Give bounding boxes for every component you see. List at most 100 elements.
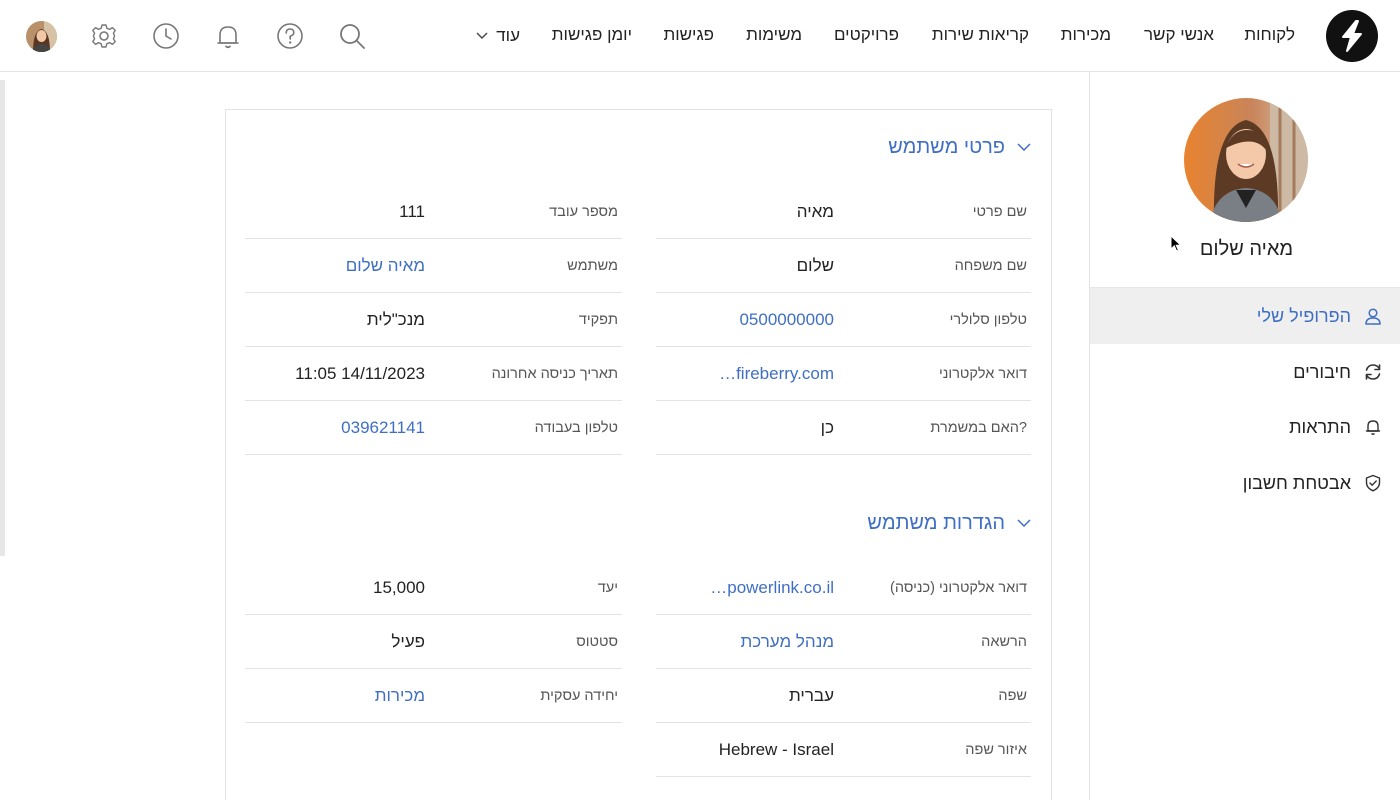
- sync-icon: [1363, 362, 1383, 382]
- permission-link[interactable]: מנהל מערכת: [741, 615, 834, 669]
- nav-item-tasks[interactable]: משימות: [746, 0, 802, 72]
- sidebar-item-label: הפרופיל שלי: [1256, 305, 1351, 326]
- field-label: הרשאה: [981, 634, 1027, 650]
- field-value: 111: [399, 202, 425, 221]
- login-email-link[interactable]: …powerlink.co.il: [710, 561, 834, 615]
- sidebar-item-label: התראות: [1289, 416, 1351, 437]
- scrollbar[interactable]: [0, 80, 5, 556]
- field-mobile-phone: טלפון סלולרי 0500000000: [656, 293, 1031, 347]
- bell-icon: [1363, 417, 1383, 437]
- field-value: כן: [820, 418, 834, 437]
- lightning-logo-icon: [1342, 20, 1362, 52]
- profile-photo-image: [1184, 98, 1308, 222]
- sidebar-item-label: חיבורים: [1293, 361, 1351, 382]
- nav-more-label: עוד: [496, 26, 520, 45]
- business-unit-link[interactable]: מכירות: [375, 669, 425, 723]
- gear-icon: [92, 24, 116, 48]
- nav-more-dropdown[interactable]: עוד: [476, 0, 520, 72]
- email-link[interactable]: …fireberry.com: [719, 347, 834, 401]
- field-login-email: דואר אלקטרוני (כניסה) …powerlink.co.il: [656, 561, 1031, 615]
- mouse-cursor-icon: [1170, 235, 1182, 252]
- field-label: דואר אלקטרוני: [939, 366, 1027, 382]
- field-label: איזור שפה: [965, 742, 1027, 758]
- history-button[interactable]: [149, 19, 183, 53]
- field-label: טלפון סלולרי: [949, 312, 1027, 328]
- help-button[interactable]: [273, 19, 307, 53]
- section-header-user-details[interactable]: פרטי משתמש: [888, 136, 1031, 159]
- field-employee-number: מספר עובד 111: [245, 185, 622, 239]
- search-button[interactable]: [335, 19, 369, 53]
- field-value: עברית: [789, 686, 834, 705]
- field-value: Hebrew - Israel: [718, 740, 834, 759]
- nav-item-service-calls[interactable]: קריאות שירות: [932, 0, 1029, 72]
- avatar-photo: [26, 21, 57, 52]
- sidebar-item-label: אבטחת חשבון: [1242, 472, 1351, 493]
- field-value: 15,000: [373, 578, 425, 597]
- field-label: יחידה עסקית: [540, 688, 618, 704]
- bell-icon: [217, 26, 239, 49]
- field-label: תאריך כניסה אחרונה: [491, 366, 618, 382]
- field-language: שפה עברית: [656, 669, 1031, 723]
- mobile-phone-link[interactable]: 0500000000: [739, 293, 834, 347]
- user-details-card: פרטי משתמש שם פרטי מאיה שם משפחה שלום טל…: [225, 109, 1052, 800]
- section-title: פרטי משתמש: [888, 136, 1005, 158]
- user-avatar[interactable]: [26, 21, 57, 52]
- sidebar-item-my-profile[interactable]: הפרופיל שלי: [1090, 288, 1400, 344]
- profile-avatar[interactable]: [1184, 98, 1308, 222]
- field-work-phone: טלפון בעבודה 039621141: [245, 401, 622, 455]
- top-navigation-bar: לקוחות אנשי קשר מכירות קריאות שירות פרוי…: [0, 0, 1400, 72]
- field-label: דואר אלקטרוני (כניסה): [890, 580, 1027, 596]
- chevron-down-icon: [1017, 143, 1031, 152]
- field-label: יעד: [597, 580, 618, 596]
- field-permission: הרשאה מנהל מערכת: [656, 615, 1031, 669]
- search-icon: [340, 24, 365, 49]
- help-icon: [277, 23, 303, 49]
- field-value: שלום: [796, 256, 834, 275]
- field-label: שפה: [998, 688, 1027, 704]
- sidebar-item-notifications[interactable]: התראות: [1090, 399, 1400, 455]
- field-email: דואר אלקטרוני …fireberry.com: [656, 347, 1031, 401]
- field-first-name: שם פרטי מאיה: [656, 185, 1031, 239]
- nav-item-projects[interactable]: פרויקטים: [834, 0, 899, 72]
- field-value: מאיה: [796, 202, 834, 221]
- field-value: פעיל: [391, 632, 425, 651]
- field-target: יעד 15,000: [245, 561, 622, 615]
- nav-item-meetings-calendar[interactable]: יומן פגישות: [552, 0, 632, 72]
- field-label: תפקיד: [578, 312, 618, 328]
- notifications-button[interactable]: [211, 19, 245, 53]
- section-title: הגדרות משתמש: [867, 512, 1005, 534]
- section-header-user-settings[interactable]: הגדרות משתמש: [867, 512, 1031, 535]
- field-user: משתמש מאיה שלום: [245, 239, 622, 293]
- field-business-unit: יחידה עסקית מכירות: [245, 669, 622, 723]
- settings-button[interactable]: [87, 19, 121, 53]
- sidebar-item-connections[interactable]: חיבורים: [1090, 344, 1400, 400]
- field-locale: איזור שפה Hebrew - Israel: [656, 723, 1031, 777]
- profile-name: מאיה שלום: [1199, 238, 1294, 260]
- field-label: שם משפחה: [954, 258, 1027, 274]
- field-last-login: תאריך כניסה אחרונה 11:05 14/11/2023: [245, 347, 622, 401]
- user-link[interactable]: מאיה שלום: [346, 239, 425, 293]
- app-logo[interactable]: [1326, 10, 1378, 62]
- sidebar-item-account-security[interactable]: אבטחת חשבון: [1090, 455, 1400, 511]
- field-label: טלפון בעבודה: [534, 420, 618, 436]
- chevron-down-icon: [1017, 519, 1031, 528]
- chevron-down-icon: [476, 32, 488, 39]
- nav-item-contacts[interactable]: אנשי קשר: [1144, 0, 1214, 72]
- nav-item-meetings[interactable]: פגישות: [663, 0, 714, 72]
- field-role: תפקיד מנכ"לית: [245, 293, 622, 347]
- field-label: משתמש: [567, 258, 618, 274]
- field-on-shift: האם במשמרת? כן: [656, 401, 1031, 455]
- field-label: סטטוס: [576, 634, 618, 650]
- field-label: האם במשמרת?: [930, 420, 1027, 436]
- nav-item-sales[interactable]: מכירות: [1061, 0, 1111, 72]
- field-last-name: שם משפחה שלום: [656, 239, 1031, 293]
- field-value: מנכ"לית: [366, 310, 425, 329]
- field-value: 11:05 14/11/2023: [295, 364, 425, 383]
- field-label: שם פרטי: [972, 204, 1027, 220]
- profile-sidebar: מאיה שלום הפרופיל שלי חיבורים התראות אבט…: [1089, 72, 1400, 800]
- shield-icon: [1363, 473, 1383, 493]
- work-phone-link[interactable]: 039621141: [341, 401, 425, 455]
- nav-item-customers[interactable]: לקוחות: [1244, 0, 1295, 72]
- user-icon: [1363, 306, 1383, 326]
- field-status: סטטוס פעיל: [245, 615, 622, 669]
